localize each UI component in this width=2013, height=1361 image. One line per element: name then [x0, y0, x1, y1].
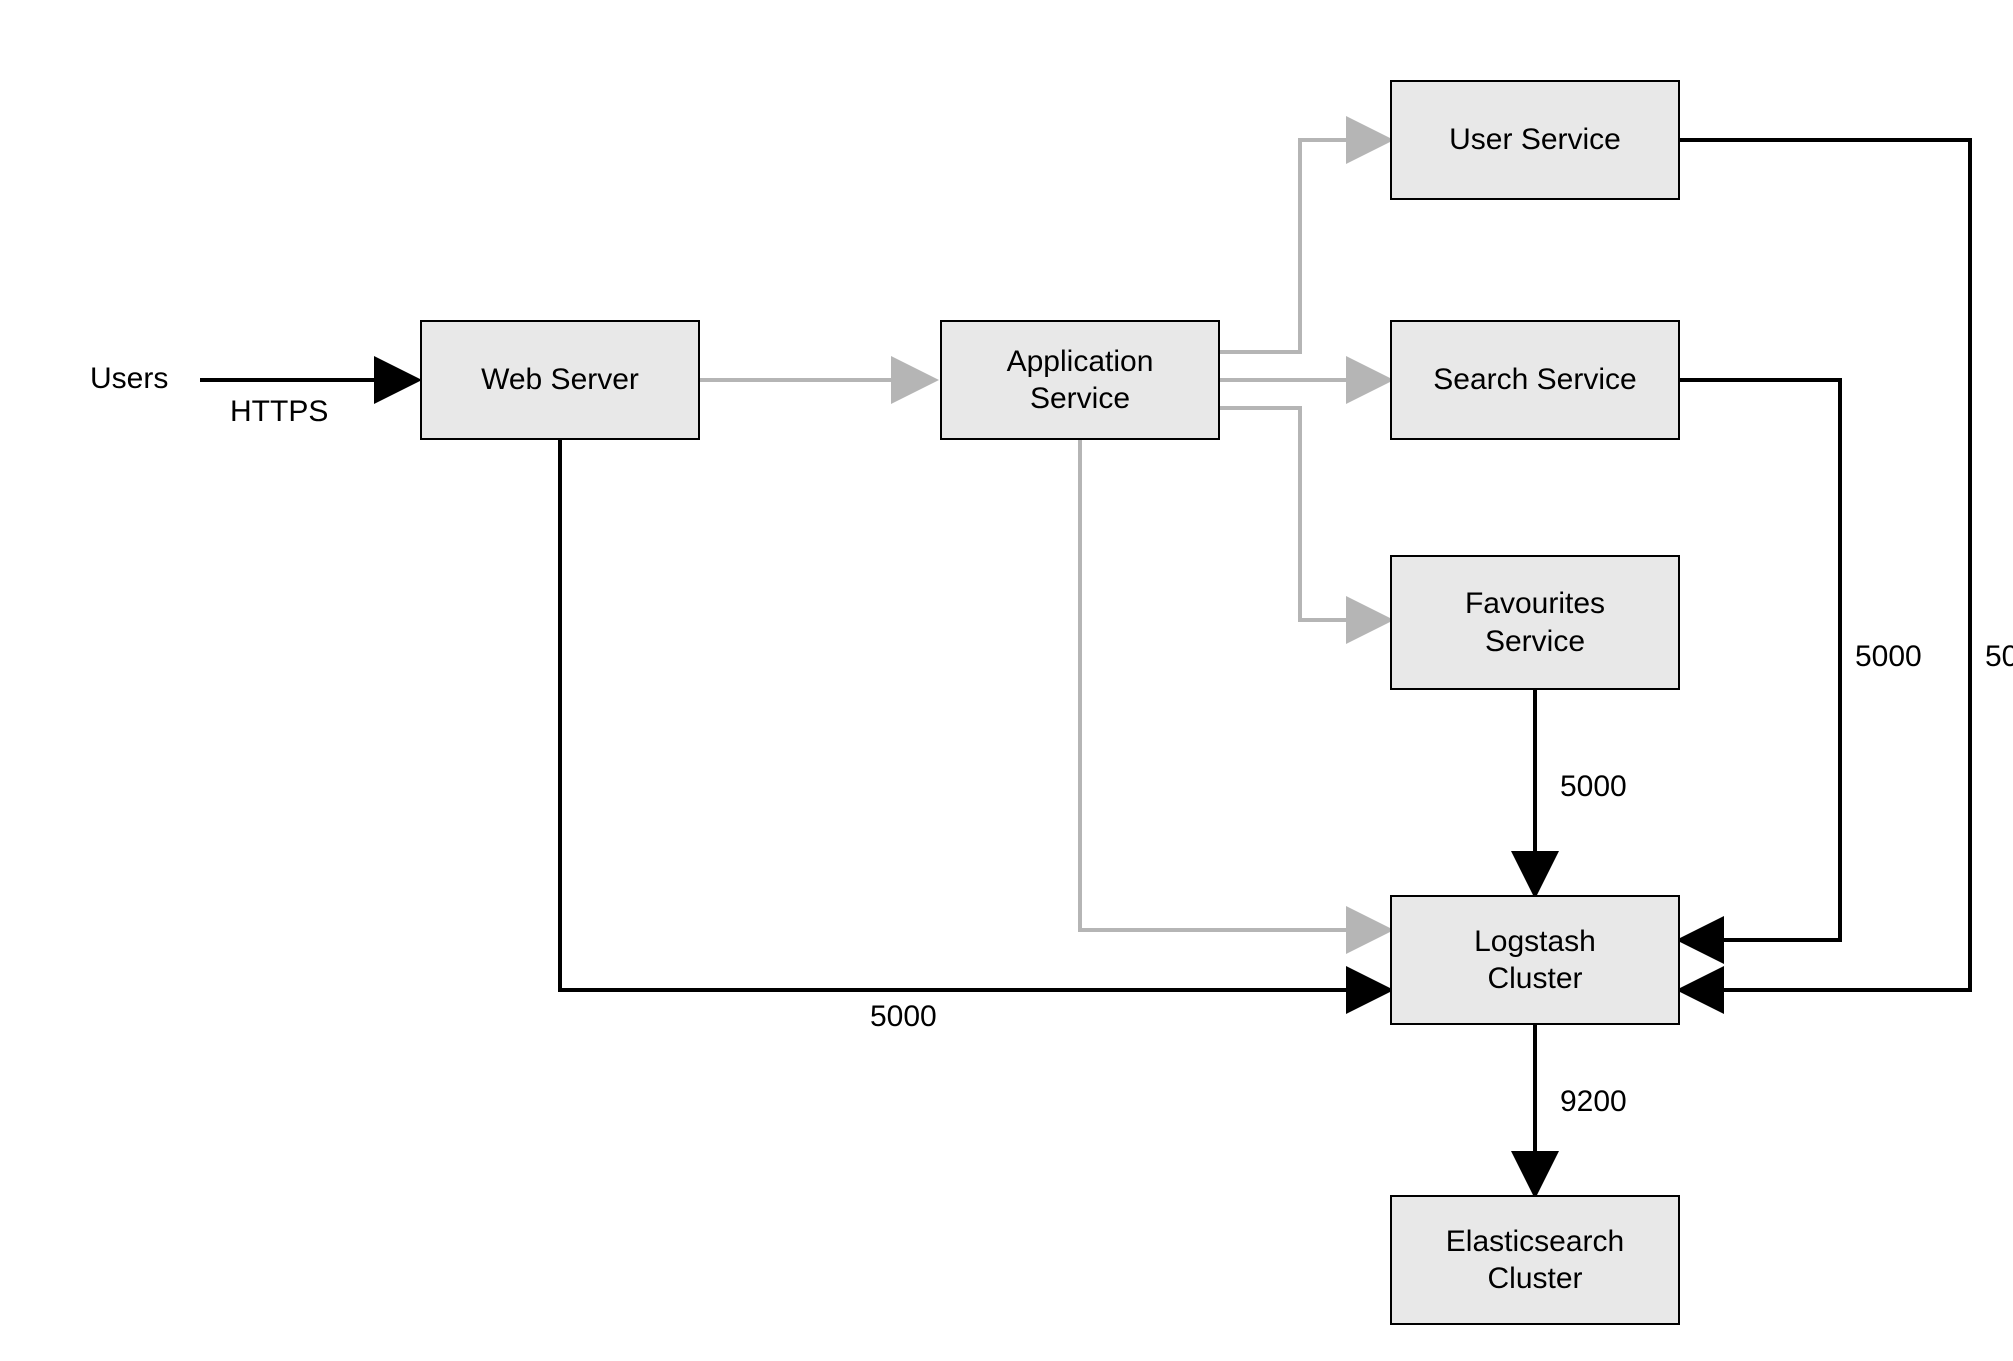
users-label: Users	[90, 362, 168, 396]
edge-search-to-logstash	[1680, 380, 1840, 940]
application-service-label: ApplicationService	[1007, 343, 1154, 418]
edge-label-https: HTTPS	[230, 395, 328, 429]
web-server-label: Web Server	[481, 361, 639, 399]
edge-label-web-logstash: 5000	[870, 1000, 937, 1034]
application-service-node: ApplicationService	[940, 320, 1220, 440]
edge-user-to-logstash	[1680, 140, 1970, 990]
edge-appservice-to-favourites	[1220, 408, 1390, 620]
architecture-diagram: Users Web Server ApplicationService User…	[0, 0, 2013, 1361]
elasticsearch-cluster-node: ElasticsearchCluster	[1390, 1195, 1680, 1325]
edge-appservice-to-logstash	[1080, 440, 1390, 930]
logstash-cluster-label: LogstashCluster	[1474, 923, 1596, 998]
edge-appservice-to-userservice	[1220, 140, 1390, 352]
edge-label-logstash-es: 9200	[1560, 1085, 1627, 1119]
user-service-node: User Service	[1390, 80, 1680, 200]
edge-label-fav-logstash: 5000	[1560, 770, 1627, 804]
logstash-cluster-node: LogstashCluster	[1390, 895, 1680, 1025]
web-server-node: Web Server	[420, 320, 700, 440]
favourites-service-label: FavouritesService	[1465, 585, 1605, 660]
search-service-label: Search Service	[1433, 361, 1636, 399]
elasticsearch-cluster-label: ElasticsearchCluster	[1446, 1223, 1624, 1298]
search-service-node: Search Service	[1390, 320, 1680, 440]
favourites-service-node: FavouritesService	[1390, 555, 1680, 690]
edge-webserver-to-logstash	[560, 440, 1390, 990]
user-service-label: User Service	[1449, 121, 1621, 159]
edge-label-search-logstash: 5000	[1855, 640, 1922, 674]
edges-layer	[0, 0, 2013, 1361]
edge-label-user-logstash: 5000	[1985, 640, 2013, 674]
